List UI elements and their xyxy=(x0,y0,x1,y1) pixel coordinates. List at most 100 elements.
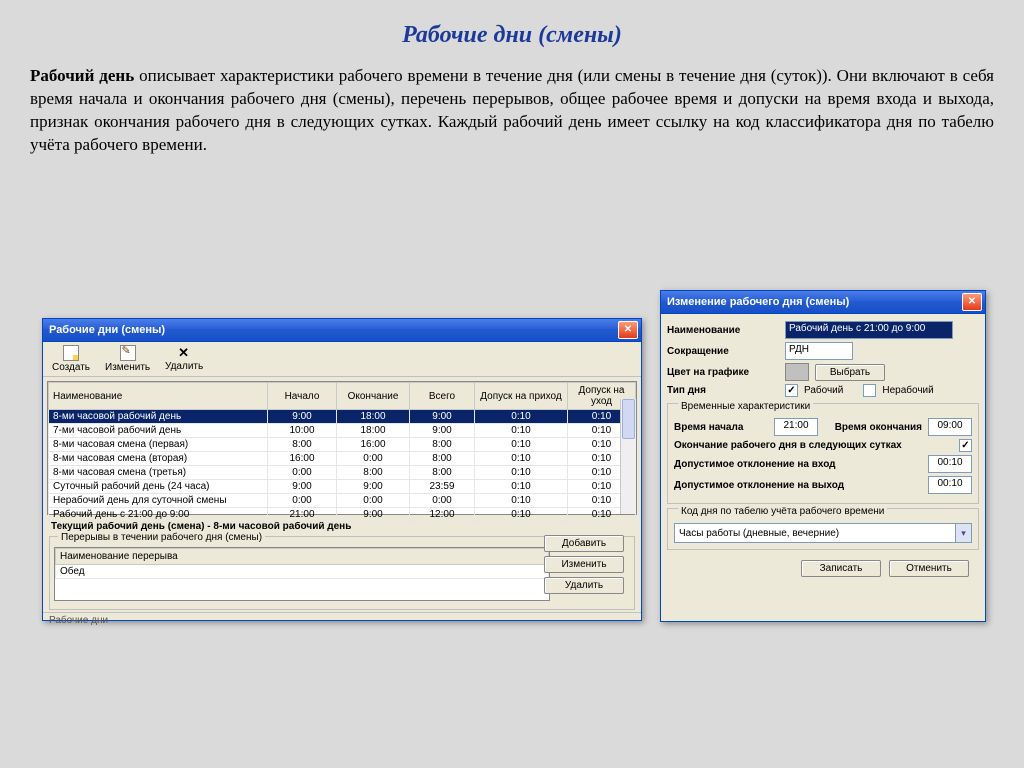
time-legend: Временные характеристики xyxy=(678,401,813,412)
label-abbr: Сокращение xyxy=(667,346,779,357)
cell: 9:00 xyxy=(337,508,410,522)
choose-color-button[interactable]: Выбрать xyxy=(815,364,885,381)
vertical-scrollbar[interactable] xyxy=(620,399,636,514)
code-fieldset: Код дня по табелю учёта рабочего времени… xyxy=(667,508,979,550)
add-break-button[interactable]: Добавить xyxy=(544,535,624,552)
label-tol-in: Допустимое отклонение на вход xyxy=(674,459,922,470)
end-input[interactable]: 09:00 xyxy=(928,418,972,436)
scrollbar-thumb[interactable] xyxy=(622,399,635,439)
cell: 8:00 xyxy=(268,438,337,452)
close-icon[interactable]: ✕ xyxy=(962,293,982,311)
table-row[interactable]: Суточный рабочий день (24 часа)9:009:002… xyxy=(49,480,636,494)
titlebar[interactable]: Рабочие дни (смены) ✕ xyxy=(43,319,641,342)
cell: 0:10 xyxy=(475,410,568,424)
cell: 8:00 xyxy=(410,452,475,466)
intro-bold: Рабочий день xyxy=(30,66,134,85)
break-name-cell: Обед xyxy=(56,565,549,579)
break-col-name[interactable]: Наименование перерыва xyxy=(56,549,549,565)
table-row[interactable]: Обед xyxy=(56,565,549,579)
cancel-button[interactable]: Отменить xyxy=(889,560,969,577)
window-title: Изменение рабочего дня (смены) xyxy=(667,296,962,308)
table-row[interactable]: 7-ми часовой рабочий день10:0018:009:000… xyxy=(49,424,636,438)
cell: 9:00 xyxy=(410,410,475,424)
chevron-down-icon[interactable] xyxy=(955,524,971,542)
cell: 8-ми часовая смена (третья) xyxy=(49,466,268,480)
edit-label: Изменить xyxy=(105,362,150,373)
delete-label: Удалить xyxy=(165,361,203,372)
checkbox-nonwork[interactable] xyxy=(863,384,876,397)
label-start: Время начала xyxy=(674,422,768,433)
close-icon[interactable]: ✕ xyxy=(618,321,638,339)
color-swatch xyxy=(785,363,809,381)
cell: 10:00 xyxy=(268,424,337,438)
cell: 9:00 xyxy=(410,424,475,438)
toolbar: Создать Изменить Удалить xyxy=(43,342,641,377)
save-button[interactable]: Записать xyxy=(801,560,881,577)
cell: 8:00 xyxy=(410,438,475,452)
cell: 0:10 xyxy=(475,508,568,522)
cell: 0:10 xyxy=(475,494,568,508)
cell: 12:00 xyxy=(410,508,475,522)
cell: 7-ми часовой рабочий день xyxy=(49,424,268,438)
window-workdays-list: Рабочие дни (смены) ✕ Создать Изменить У… xyxy=(42,318,642,621)
combo-value: Часы работы (дневные, вечерние) xyxy=(675,528,955,539)
cell: Рабочий день с 21:00 до 9:00 xyxy=(49,508,268,522)
checkbox-nonwork-label: Нерабочий xyxy=(882,385,933,396)
start-input[interactable]: 21:00 xyxy=(774,418,818,436)
col-end[interactable]: Окончание xyxy=(337,383,410,410)
cell: 21:00 xyxy=(268,508,337,522)
cell: Нерабочий день для суточной смены xyxy=(49,494,268,508)
breaks-grid[interactable]: Наименование перерыва Обед xyxy=(54,547,550,601)
cell: 9:00 xyxy=(268,480,337,494)
window-edit-workday: Изменение рабочего дня (смены) ✕ Наимено… xyxy=(660,290,986,622)
table-row[interactable]: 8-ми часовая смена (первая)8:0016:008:00… xyxy=(49,438,636,452)
cell: Суточный рабочий день (24 часа) xyxy=(49,480,268,494)
cell: 0:00 xyxy=(268,466,337,480)
col-tol-in[interactable]: Допуск на приход xyxy=(475,383,568,410)
intro-rest: описывает характеристики рабочего времен… xyxy=(30,66,994,154)
breaks-legend: Перерывы в течении рабочего дня (смены) xyxy=(58,532,265,543)
label-type: Тип дня xyxy=(667,385,779,396)
checkbox-work-label: Рабочий xyxy=(804,385,843,396)
titlebar[interactable]: Изменение рабочего дня (смены) ✕ xyxy=(661,291,985,314)
table-row[interactable]: 8-ми часовой рабочий день9:0018:009:000:… xyxy=(49,410,636,424)
cell: 18:00 xyxy=(337,424,410,438)
col-total[interactable]: Всего xyxy=(410,383,475,410)
cell: 0:00 xyxy=(337,452,410,466)
grid-header-row: Наименование Начало Окончание Всего Допу… xyxy=(49,383,636,410)
code-legend: Код дня по табелю учёта рабочего времени xyxy=(678,506,887,517)
cell: 0:10 xyxy=(475,466,568,480)
cell: 9:00 xyxy=(337,480,410,494)
abbr-input[interactable]: РДН xyxy=(785,342,853,360)
create-label: Создать xyxy=(52,362,90,373)
code-combo[interactable]: Часы работы (дневные, вечерние) xyxy=(674,523,972,543)
form: Наименование Рабочий день с 21:00 до 9:0… xyxy=(661,314,985,587)
col-name[interactable]: Наименование xyxy=(49,383,268,410)
edit-break-button[interactable]: Изменить xyxy=(544,556,624,573)
cell: 16:00 xyxy=(337,438,410,452)
label-nextday: Окончание рабочего дня в следующих сутка… xyxy=(674,440,953,451)
col-start[interactable]: Начало xyxy=(268,383,337,410)
tol-out-input[interactable]: 00:10 xyxy=(928,476,972,494)
cell: 8:00 xyxy=(410,466,475,480)
table-row[interactable]: 8-ми часовая смена (третья)0:008:008:000… xyxy=(49,466,636,480)
cell: 8-ми часовая смена (вторая) xyxy=(49,452,268,466)
cell: 0:10 xyxy=(475,480,568,494)
tol-in-input[interactable]: 00:10 xyxy=(928,455,972,473)
cell: 18:00 xyxy=(337,410,410,424)
workdays-grid[interactable]: Наименование Начало Окончание Всего Допу… xyxy=(47,381,637,515)
table-row[interactable]: Рабочий день с 21:00 до 9:0021:009:0012:… xyxy=(49,508,636,522)
delete-button[interactable]: Удалить xyxy=(162,346,206,372)
new-icon xyxy=(63,345,79,361)
table-row[interactable]: 8-ми часовая смена (вторая)16:000:008:00… xyxy=(49,452,636,466)
cell: 0:10 xyxy=(475,424,568,438)
name-input[interactable]: Рабочий день с 21:00 до 9:00 xyxy=(785,321,953,339)
label-color: Цвет на графике xyxy=(667,367,779,378)
edit-button[interactable]: Изменить xyxy=(105,345,150,373)
cell: 0:10 xyxy=(475,452,568,466)
checkbox-nextday[interactable] xyxy=(959,439,972,452)
table-row[interactable]: Нерабочий день для суточной смены0:000:0… xyxy=(49,494,636,508)
checkbox-work[interactable] xyxy=(785,384,798,397)
create-button[interactable]: Создать xyxy=(49,345,93,373)
delete-break-button[interactable]: Удалить xyxy=(544,577,624,594)
